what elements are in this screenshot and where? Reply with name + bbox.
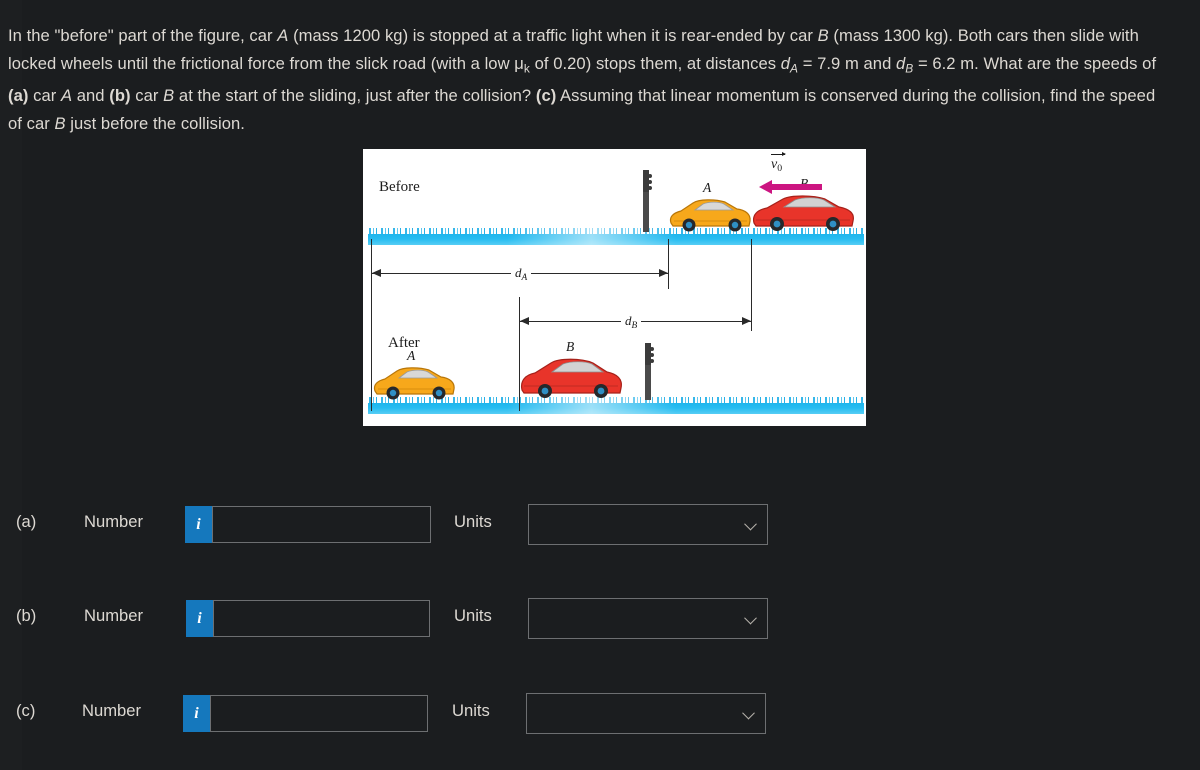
answer-b-units-select[interactable]	[528, 598, 768, 639]
dim-b-arrow-left	[520, 317, 529, 326]
answer-c-paren: (c)	[16, 701, 36, 720]
info-icon-a[interactable]: i	[185, 506, 212, 543]
answer-a-units-label: Units	[454, 512, 492, 531]
chevron-down-icon	[744, 611, 757, 624]
dim-a-label: dA	[511, 265, 532, 283]
velocity-label: v0	[771, 151, 786, 174]
car-a-label-after: A	[407, 348, 416, 363]
chevron-down-icon	[744, 517, 757, 530]
answer-c-units-label: Units	[452, 701, 490, 720]
dim-a-arrow-left	[372, 269, 381, 278]
dim-b-label: dB	[621, 313, 642, 331]
dim-b-tick-right	[751, 239, 753, 331]
answer-a-paren: (a)	[16, 512, 37, 531]
traffic-light-icon-after	[645, 343, 654, 400]
physics-figure: Before After A B	[363, 149, 866, 426]
info-icon-c[interactable]: i	[183, 695, 210, 732]
answer-c-number-label: Number	[82, 701, 142, 720]
car-a-label-before: A	[703, 180, 712, 195]
traffic-light-icon-before	[643, 170, 652, 232]
problem-statement: In the "before" part of the figure, car …	[8, 26, 1157, 133]
velocity-subscript: 0	[777, 162, 783, 174]
answer-b-number-input[interactable]	[213, 600, 430, 637]
dim-b-arrow-right	[742, 317, 751, 326]
info-icon-b[interactable]: i	[186, 600, 213, 637]
dim-a-tick-right	[668, 239, 670, 289]
answer-a-number-label: Number	[84, 512, 144, 531]
answer-a-number-input[interactable]	[212, 506, 431, 543]
answer-row-c: (c) Number i Units	[0, 691, 800, 735]
answer-b-units-label: Units	[454, 606, 492, 625]
answer-a-units-select[interactable]	[528, 504, 768, 545]
car-b-label-after: B	[566, 339, 575, 354]
chevron-down-icon	[742, 706, 755, 719]
car-b-after	[520, 358, 622, 398]
dim-a-arrow-right	[659, 269, 668, 278]
answer-row-b: (b) Number i Units	[0, 596, 800, 640]
car-a-before	[669, 199, 751, 232]
answer-c-number-input[interactable]	[210, 695, 428, 732]
car-b-before	[752, 195, 854, 231]
velocity-arrow-head	[759, 180, 772, 194]
velocity-arrow-shaft	[770, 184, 822, 190]
car-a-after	[373, 367, 455, 400]
answer-row-a: (a) Number i Units	[0, 502, 800, 546]
answer-b-number-label: Number	[84, 606, 144, 625]
answer-b-paren: (b)	[16, 606, 37, 625]
answer-c-units-select[interactable]	[526, 693, 766, 734]
figure-before-label: Before	[379, 179, 420, 195]
